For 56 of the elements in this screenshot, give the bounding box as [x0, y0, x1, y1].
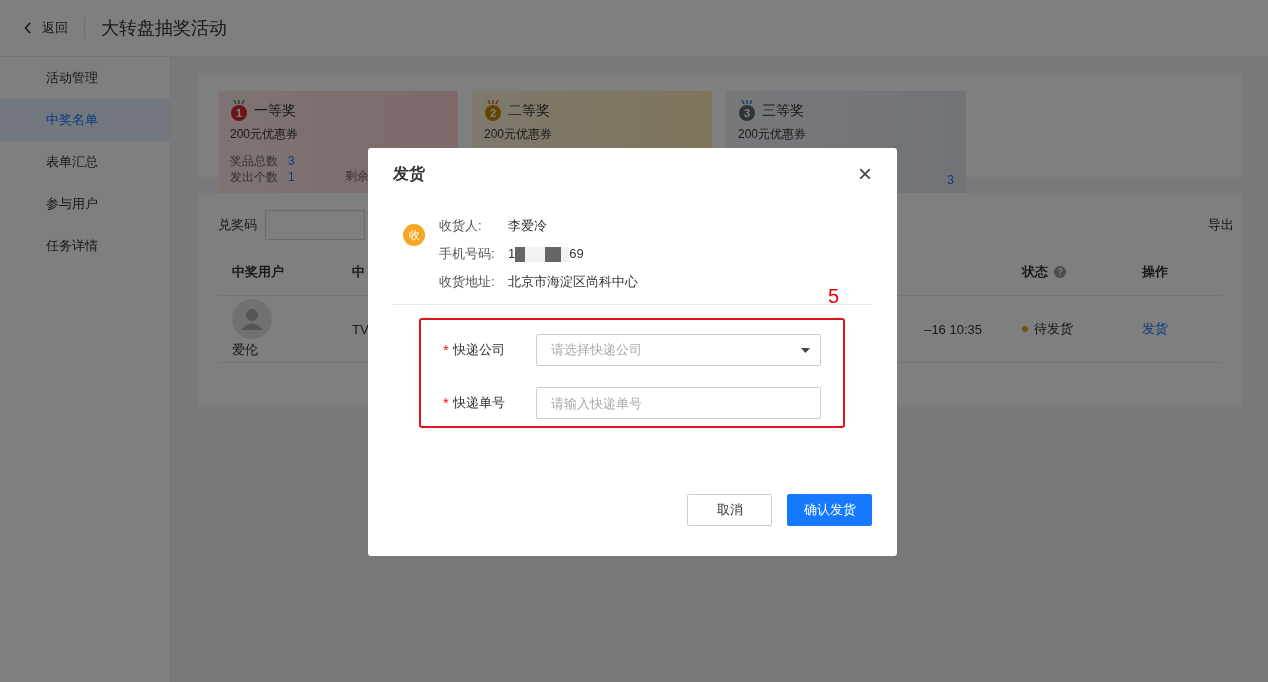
info-value: 1 — [508, 245, 516, 263]
annotation-number: 5 — [827, 285, 839, 307]
required-mark: * — [443, 341, 449, 359]
required-mark: * — [443, 394, 449, 412]
back-button[interactable]: 返回 — [24, 19, 68, 37]
confirm-button[interactable]: 确认发货 — [787, 494, 872, 526]
stat-label: 发出个数 — [230, 169, 278, 185]
sidebar-item[interactable]: 表单汇总 — [0, 141, 170, 183]
dialog-title: 发货 — [393, 163, 425, 185]
prize-description: 200元优惠券 — [738, 126, 808, 143]
table-cell-text: TV — [352, 321, 370, 337]
ship-link[interactable]: 发货 — [1142, 321, 1168, 336]
table-cell-text: –16 10:35 — [923, 321, 983, 337]
column-header: 中奖用户 — [232, 263, 285, 281]
info-label: 收货地址: — [439, 273, 496, 291]
avatar-icon — [232, 299, 272, 339]
stat-label: 奖品总数 — [230, 153, 278, 169]
filter-label: 兑奖码 — [218, 216, 257, 234]
info-value: 李爱冷 — [508, 217, 547, 235]
chevron-left-icon — [24, 22, 32, 34]
stat-label: 剩余 — [344, 168, 369, 185]
export-link[interactable]: 导出 — [1208, 216, 1234, 234]
select-placeholder: 请选择快递公司 — [551, 341, 642, 359]
prize-description: 200元优惠券 — [230, 126, 300, 143]
user-name: 爱伦 — [232, 341, 258, 359]
status-dot — [1022, 326, 1028, 332]
receive-badge: 收 — [403, 224, 425, 246]
column-header: 操作 — [1142, 263, 1169, 281]
info-label: 收货人: — [439, 217, 483, 235]
field-label: 快递公司 — [452, 341, 505, 359]
courier-select[interactable]: 请选择快递公司 — [536, 334, 821, 366]
status-text: 待发货 — [1034, 320, 1073, 338]
prize-description: 200元优惠券 — [484, 126, 554, 143]
redaction-mark — [515, 246, 570, 262]
prize-name: 一等奖 — [254, 102, 296, 120]
column-header: 状态 — [1022, 263, 1048, 281]
field-label: 快递单号 — [452, 394, 505, 412]
close-button[interactable]: × — [858, 162, 872, 186]
stat-value: 3 — [947, 173, 954, 187]
prize-name: 二等奖 — [508, 102, 550, 120]
info-value: 北京市海淀区尚科中心 — [508, 273, 638, 291]
tracking-number-field[interactable]: 请输入快递单号 — [536, 387, 821, 419]
info-label: 手机号码: — [439, 245, 496, 263]
stat-value: 3 — [288, 153, 295, 169]
prize-name: 三等奖 — [762, 102, 804, 120]
sidebar-item[interactable]: 中奖名单 — [0, 99, 170, 141]
sidebar-item[interactable]: 活动管理 — [0, 57, 170, 99]
page-title: 大转盘抽奖活动 — [101, 17, 227, 40]
help-icon — [1054, 266, 1066, 278]
info-value: 69 — [569, 245, 584, 263]
sidebar-item[interactable]: 参与用户 — [0, 183, 170, 225]
caret-down-icon — [801, 347, 810, 353]
cancel-button[interactable]: 取消 — [687, 494, 772, 526]
column-header: 中 — [352, 263, 366, 281]
stat-value: 1 — [288, 169, 295, 185]
sidebar-item[interactable]: 任务详情 — [0, 225, 170, 267]
